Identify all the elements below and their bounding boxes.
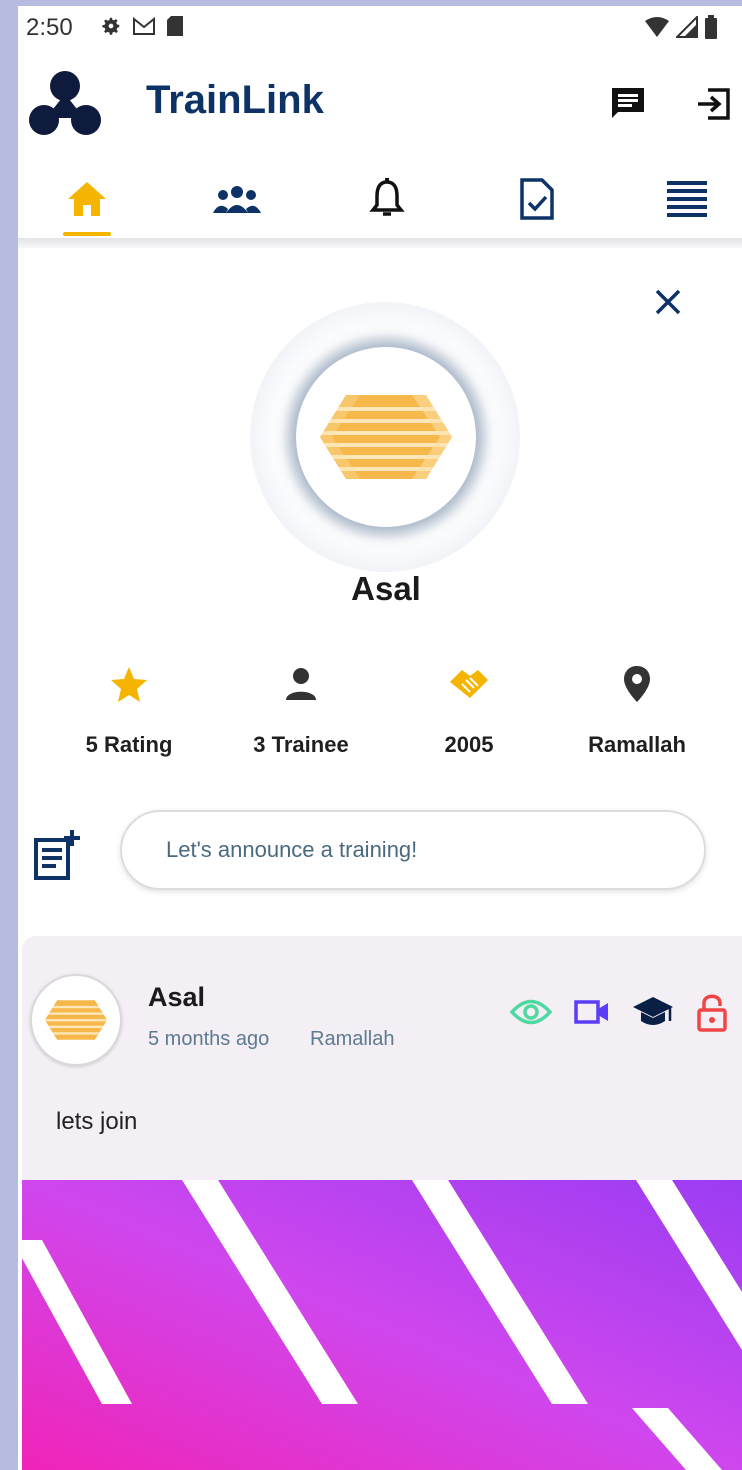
stat-trainees: 3 Trainee	[216, 654, 386, 758]
stat-year-label: 2005	[444, 732, 494, 757]
post-image-stripes	[22, 1180, 742, 1470]
nav-tabs	[18, 160, 742, 238]
star-icon	[111, 667, 147, 702]
handshake-icon	[450, 670, 488, 698]
graduation-cap-icon[interactable]	[632, 995, 674, 1029]
post-author-name[interactable]: Asal	[148, 982, 205, 1013]
status-icons-left	[100, 15, 184, 37]
bell-icon	[369, 178, 405, 216]
video-icon[interactable]	[574, 999, 610, 1025]
lock-icon[interactable]	[696, 992, 728, 1032]
home-icon	[68, 182, 106, 216]
company-logo-icon	[44, 1000, 108, 1040]
signal-icon	[676, 16, 698, 38]
announce-training-input[interactable]	[120, 810, 706, 890]
settings-icon	[102, 17, 120, 35]
people-icon	[213, 186, 261, 213]
tab-menu[interactable]	[652, 168, 722, 230]
sd-card-icon	[167, 16, 183, 36]
stat-trainees-label: 3 Trainee	[253, 732, 349, 757]
post-time: 5 months ago	[148, 1028, 270, 1050]
tab-notifications[interactable]	[352, 168, 422, 230]
add-post-icon[interactable]	[32, 828, 86, 882]
close-icon[interactable]	[648, 282, 688, 322]
profile-card: Asal 5 Rating 3 Trainee 2005 Ramallah Le…	[18, 250, 742, 930]
app-bar: TrainLink	[18, 50, 742, 160]
stat-location: Ramallah	[552, 654, 722, 758]
status-time: 2:50	[26, 14, 73, 41]
stat-location-label: Ramallah	[588, 732, 686, 757]
profile-name: Asal	[351, 570, 421, 607]
tab-home[interactable]	[52, 168, 122, 230]
status-icons-right	[644, 15, 718, 39]
trainlink-logo-icon	[29, 71, 101, 135]
post-text: lets join	[56, 1108, 138, 1135]
tab-people[interactable]	[202, 168, 272, 230]
app-screen: 2:50 TrainLink Asal 5 Rating 3 Trainee 2…	[18, 6, 742, 1470]
post-action-icons	[510, 992, 728, 1032]
chat-icon[interactable]	[608, 84, 648, 124]
post-location: Ramallah	[310, 1028, 395, 1050]
status-bar: 2:50	[18, 6, 742, 50]
gmail-icon	[133, 16, 155, 35]
battery-icon	[705, 15, 717, 39]
stat-year: 2005	[384, 654, 554, 758]
stat-rating-label: 5 Rating	[85, 732, 173, 757]
eye-icon[interactable]	[510, 997, 552, 1027]
active-tab-indicator	[63, 232, 111, 236]
stat-rating: 5 Rating	[44, 654, 214, 758]
wifi-icon	[645, 17, 669, 37]
profile-avatar[interactable]	[296, 347, 476, 527]
post-image[interactable]	[22, 1180, 742, 1470]
tab-documents[interactable]	[502, 168, 572, 230]
person-icon	[286, 668, 316, 700]
post-card[interactable]: Asal 5 months ago Ramallah lets join	[22, 936, 742, 1470]
document-check-icon	[520, 178, 554, 220]
location-pin-icon	[624, 666, 650, 702]
logout-icon[interactable]	[694, 84, 734, 124]
post-author-avatar[interactable]	[30, 974, 122, 1066]
company-logo-icon	[320, 395, 452, 479]
menu-lines-icon	[667, 181, 707, 217]
nav-divider	[18, 238, 742, 248]
app-title: TrainLink	[146, 78, 324, 122]
